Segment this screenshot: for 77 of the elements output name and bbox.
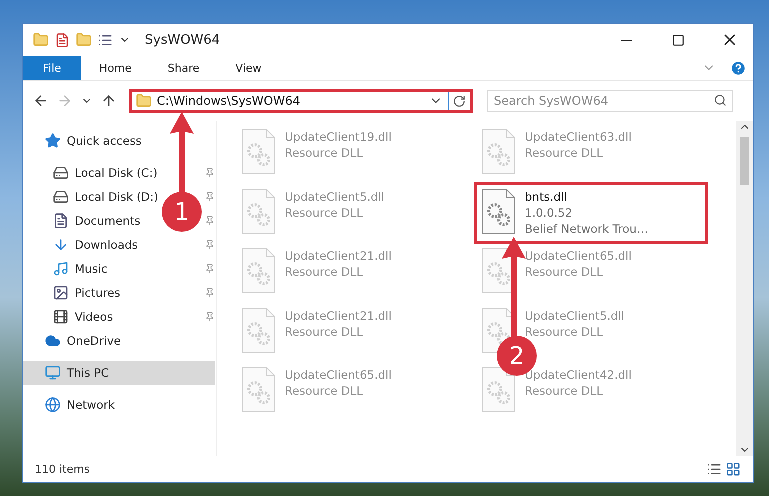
file-description: Resource DLL	[285, 145, 364, 161]
file-name: UpdateClient21.dll	[285, 308, 392, 324]
network-icon	[45, 397, 61, 413]
details-view-icon[interactable]	[707, 462, 722, 476]
large-icons-view-icon[interactable]	[726, 462, 741, 476]
sidebar-item[interactable]: OneDrive	[23, 329, 124, 353]
refresh-icon	[453, 94, 466, 108]
star-icon	[45, 133, 61, 149]
pin-icon[interactable]	[205, 264, 215, 274]
sidebar-item[interactable]: Videos	[23, 305, 116, 329]
gear-file-icon	[241, 367, 277, 413]
sidebar-item[interactable]: Local Disk (C:)	[23, 161, 160, 185]
ribbon-tab[interactable]: View	[218, 56, 280, 80]
ribbon-tab[interactable]: File	[23, 56, 82, 80]
scrollbar[interactable]	[736, 121, 753, 456]
scroll-thumb[interactable]	[740, 137, 749, 185]
cloud-icon	[45, 333, 61, 349]
drive-icon	[53, 189, 69, 205]
file-description: Resource DLL	[525, 264, 604, 280]
help-icon[interactable]	[730, 60, 747, 76]
sidebar-item[interactable]: Local Disk (D:)	[23, 185, 161, 209]
item-count: 110 items	[35, 462, 90, 476]
gear-file-icon	[481, 367, 517, 413]
ribbon-tab[interactable]: Home	[81, 56, 150, 80]
pin-icon[interactable]	[205, 312, 215, 322]
file-description: Belief Network Trou…	[525, 220, 648, 236]
gear-file-icon	[241, 248, 277, 294]
sidebar-item[interactable]: Music	[23, 257, 110, 281]
file-name: UpdateClient63.dll	[525, 129, 632, 145]
sidebar-item[interactable]: Documents	[23, 209, 143, 233]
film-icon	[53, 309, 69, 325]
folder-icon	[136, 93, 152, 109]
window-title: SysWOW64	[145, 32, 222, 48]
gear-file-icon	[481, 188, 517, 234]
sidebar-item[interactable]: This PC	[23, 361, 215, 385]
drive-icon	[53, 165, 69, 181]
file-name: UpdateClient5.dll	[525, 308, 625, 324]
pin-icon[interactable]	[205, 240, 215, 250]
search-field[interactable]: Search SysWOW64	[487, 90, 733, 112]
search-icon	[714, 94, 727, 107]
folder-icon	[33, 32, 49, 48]
file-name: UpdateClient21.dll	[285, 248, 392, 264]
file-name: UpdateClient5.dll	[285, 188, 385, 204]
file-description: Resource DLL	[285, 383, 364, 399]
file-name: bnts.dll	[525, 188, 568, 204]
sidebar-item[interactable]: Pictures	[23, 281, 123, 305]
sidebar-item[interactable]: Downloads	[23, 233, 140, 257]
file-description: Resource DLL	[285, 264, 364, 280]
music-note-icon	[53, 261, 69, 277]
pin-icon[interactable]	[205, 192, 215, 202]
file-name: UpdateClient65.dll	[285, 367, 392, 383]
properties-icon[interactable]	[55, 32, 70, 48]
download-icon	[53, 237, 69, 253]
monitor-icon	[45, 365, 61, 381]
list-icon[interactable]	[98, 32, 113, 48]
file-item[interactable]: bnts.dll 1.0.0.52 Belief Network Trou…	[477, 184, 705, 240]
sidebar-item[interactable]: Quick access	[23, 129, 144, 153]
file-description: Resource DLL	[285, 204, 364, 220]
document-icon	[53, 213, 69, 229]
gear-file-icon	[241, 308, 277, 354]
pin-icon[interactable]	[205, 288, 215, 298]
address-bar[interactable]: C:\Windows\SysWOW64	[129, 89, 473, 113]
gear-file-icon	[241, 188, 277, 234]
file-description: Resource DLL	[285, 324, 364, 340]
gear-file-icon	[241, 129, 277, 175]
pin-icon[interactable]	[205, 168, 215, 178]
file-name: UpdateClient65.dll	[525, 248, 632, 264]
file-version: 1.0.0.52	[525, 204, 574, 220]
file-description: Resource DLL	[525, 383, 604, 399]
picture-icon	[53, 285, 69, 301]
gear-file-icon	[481, 129, 517, 175]
sidebar-item[interactable]: Network	[23, 393, 118, 417]
ribbon-tab[interactable]: Share	[150, 56, 218, 80]
pin-icon[interactable]	[205, 216, 215, 226]
maximize-icon	[672, 34, 684, 46]
file-name: UpdateClient19.dll	[285, 129, 392, 145]
file-description: Resource DLL	[525, 145, 604, 161]
